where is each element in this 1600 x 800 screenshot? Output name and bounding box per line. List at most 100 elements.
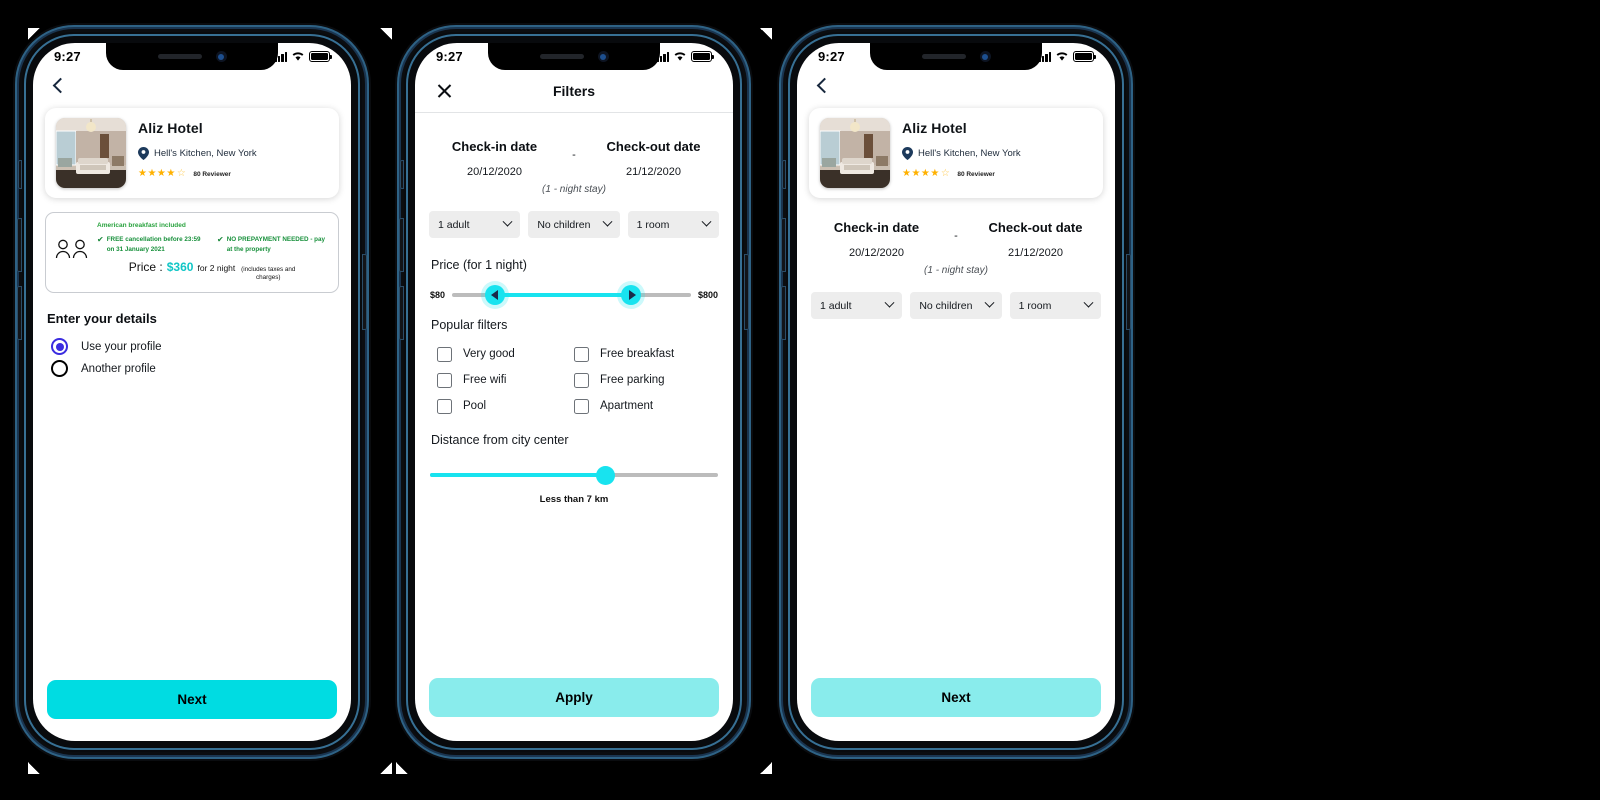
back-chevron-icon <box>52 77 69 93</box>
radio-option-another-profile[interactable]: Another profile <box>51 358 351 380</box>
phone-2-body: Filters Check-in date 20/12/2020 - Check… <box>415 70 733 741</box>
adults-select[interactable]: 1 adult <box>429 211 521 238</box>
checkin-label: Check-in date <box>451 139 538 154</box>
mute-switch[interactable] <box>782 160 786 189</box>
hotel-card[interactable]: Aliz Hotel Hell's Kitchen, New York ★★★★… <box>809 108 1103 198</box>
volume-down-button[interactable] <box>399 286 404 340</box>
volume-up-button[interactable] <box>781 218 786 272</box>
phone-3-screen: 9:27 Aliz Hotel Hell's Kitchen, New York… <box>797 43 1115 741</box>
volume-up-button[interactable] <box>17 218 22 272</box>
children-select[interactable]: No children <box>910 292 1002 319</box>
checkbox-very-good[interactable]: Very good <box>437 341 574 367</box>
phone-1-frame: 9:27 Aliz Hotel Hell's Kitchen, New York… <box>17 32 367 752</box>
hotel-location: Hell's Kitchen, New York <box>902 147 1021 160</box>
volume-down-button[interactable] <box>781 286 786 340</box>
children-select[interactable]: No children <box>528 211 620 238</box>
rooms-select[interactable]: 1 room <box>627 211 719 238</box>
checkin-column[interactable]: Check-in date 20/12/2020 <box>415 139 574 178</box>
status-bar: 9:27 <box>415 43 733 70</box>
price-slider-row: $80 $800 <box>430 284 718 306</box>
checkbox-icon[interactable] <box>574 398 589 414</box>
screenshot-stage: 9:27 Aliz Hotel Hell's Kitchen, New York… <box>0 0 1600 800</box>
volume-down-button[interactable] <box>17 286 22 340</box>
filters-title: Filters <box>552 83 595 99</box>
distance-slider[interactable] <box>430 465 718 485</box>
price-slider-min-thumb[interactable] <box>485 285 506 305</box>
checkbox-icon[interactable] <box>437 346 452 362</box>
filters-header: Filters <box>415 70 733 113</box>
checkbox-label: Pool <box>463 400 487 412</box>
checkout-column[interactable]: Check-out date 21/12/2020 <box>574 139 733 178</box>
checkbox-pool[interactable]: Pool <box>437 393 574 419</box>
checkbox-icon[interactable] <box>574 346 589 362</box>
popular-filters-title: Popular filters <box>431 318 508 332</box>
checkin-column[interactable]: Check-in date 20/12/2020 <box>797 220 956 259</box>
distance-slider-thumb[interactable] <box>596 465 616 485</box>
star-rating-icon: ★★★★ ☆ <box>902 168 951 179</box>
status-icons <box>1038 51 1096 62</box>
deal-price: Price : $360 for 2 night (includes taxes… <box>97 260 329 282</box>
map-pin-icon <box>902 147 913 160</box>
wifi-icon <box>674 52 686 61</box>
phone-1-screen: 9:27 Aliz Hotel Hell's Kitchen, New York… <box>33 43 351 741</box>
adults-select[interactable]: 1 adult <box>811 292 903 319</box>
chevron-down-icon <box>502 216 513 227</box>
mute-switch[interactable] <box>18 160 22 189</box>
radio-label: Another profile <box>81 362 156 375</box>
hotel-location-text: Hell's Kitchen, New York <box>918 148 1021 159</box>
checkbox-free-breakfast[interactable]: Free breakfast <box>574 341 711 367</box>
back-button[interactable] <box>797 70 1115 100</box>
radio-label: Use your profile <box>81 340 162 353</box>
reviewer-count: 80 Reviewer <box>193 170 231 178</box>
check-icon: ✔ <box>217 235 224 245</box>
hotel-rating: ★★★★ ☆ 80 Reviewer <box>902 169 1021 179</box>
hotel-info: Aliz Hotel Hell's Kitchen, New York ★★★★… <box>138 118 257 179</box>
radio-option-use-your-profile[interactable]: Use your profile <box>51 336 351 358</box>
checkin-label: Check-in date <box>833 220 920 235</box>
close-icon[interactable] <box>437 84 452 99</box>
price-range-slider[interactable] <box>452 284 691 306</box>
hotel-thumbnail <box>56 118 126 188</box>
checkbox-apartment[interactable]: Apartment <box>574 393 711 419</box>
cellular-bars-icon <box>274 52 287 62</box>
power-button[interactable] <box>744 254 749 330</box>
power-button[interactable] <box>362 254 367 330</box>
hotel-rating: ★★★★ ☆ 80 Reviewer <box>138 169 257 179</box>
price-slider-max-thumb[interactable] <box>621 285 642 305</box>
checkbox-icon[interactable] <box>574 372 589 388</box>
battery-full-icon <box>1073 51 1096 62</box>
check-icon: ✔ <box>97 235 104 245</box>
status-icons <box>274 51 332 62</box>
power-button[interactable] <box>1126 254 1131 330</box>
checkbox-free-parking[interactable]: Free parking <box>574 367 711 393</box>
mute-switch[interactable] <box>400 160 404 189</box>
rooms-select[interactable]: 1 room <box>1009 292 1101 319</box>
deal-prepayment-text: NO PREPAYMENT NEEDED - pay at the proper… <box>226 236 326 253</box>
price-max-label: $800 <box>697 290 718 300</box>
checkbox-free-wifi[interactable]: Free wifi <box>437 367 574 393</box>
corner-mark <box>396 762 408 774</box>
hotel-card[interactable]: Aliz Hotel Hell's Kitchen, New York ★★★★… <box>45 108 339 198</box>
back-button[interactable] <box>33 70 351 100</box>
status-clock: 9:27 <box>436 49 463 64</box>
checkbox-icon[interactable] <box>437 372 452 388</box>
date-range: Check-in date 20/12/2020 - Check-out dat… <box>415 139 733 178</box>
back-chevron-icon <box>816 77 833 93</box>
apply-button[interactable]: Apply <box>429 678 719 717</box>
status-bar: 9:27 <box>33 43 351 70</box>
occupancy-selects: 1 adult No children 1 room <box>811 292 1101 319</box>
occupancy-selects: 1 adult No children 1 room <box>429 211 719 238</box>
triangle-right-icon <box>628 290 636 300</box>
volume-up-button[interactable] <box>399 218 404 272</box>
next-button[interactable]: Next <box>47 680 337 719</box>
checkbox-icon[interactable] <box>437 398 452 414</box>
radio-selected-icon[interactable] <box>51 338 68 356</box>
radio-unselected-icon[interactable] <box>51 360 68 378</box>
checkout-column[interactable]: Check-out date 21/12/2020 <box>956 220 1115 259</box>
profile-radio-group: Use your profile Another profile <box>51 336 351 380</box>
next-button[interactable]: Next <box>811 678 1101 717</box>
corner-mark <box>28 762 40 774</box>
chevron-down-icon <box>1083 297 1094 308</box>
adults-select-value: 1 adult <box>438 218 470 231</box>
cellular-bars-icon <box>1038 52 1051 62</box>
